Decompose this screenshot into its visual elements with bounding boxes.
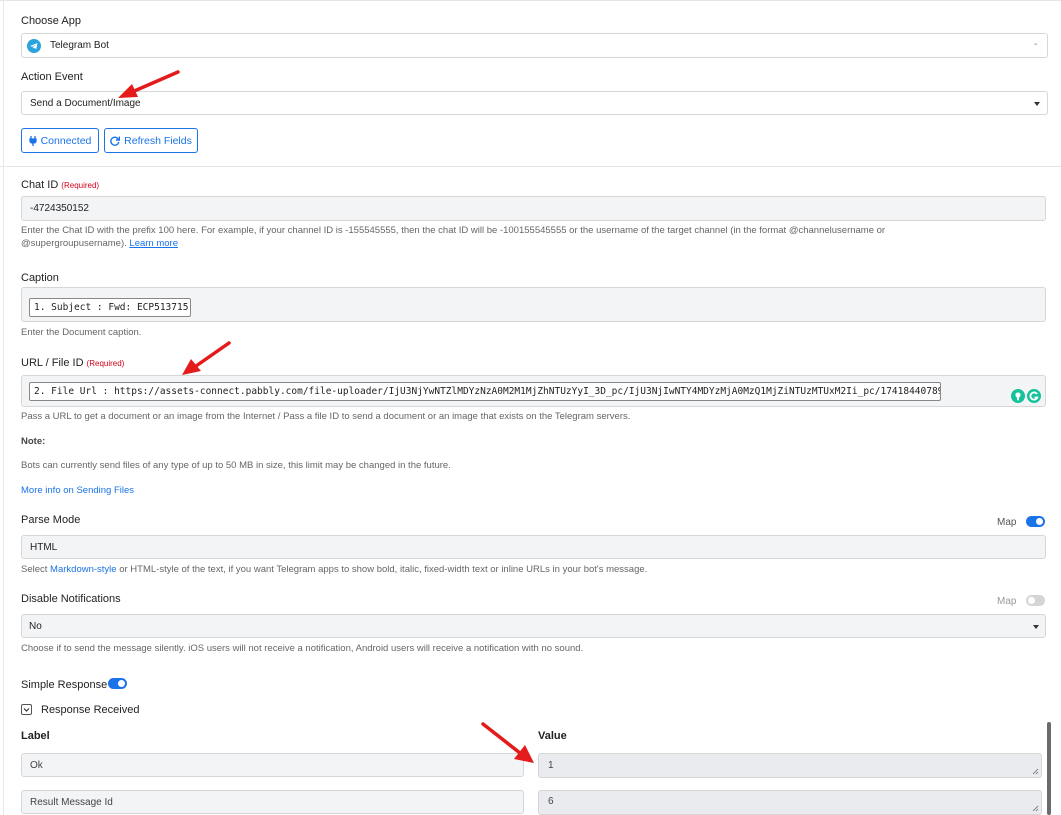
parse-mode-label: Parse Mode (21, 514, 81, 526)
caption-help: Enter the Document caption. (21, 327, 142, 338)
url-file-label: URL / File ID (Required) (21, 357, 124, 369)
disable-notifications-label: Disable Notifications (21, 593, 121, 605)
plug-icon (28, 135, 37, 146)
chat-id-help-line2: @supergroupusername). (21, 238, 127, 249)
label-column-header: Label (21, 730, 50, 742)
bulb-icon[interactable] (1011, 389, 1025, 403)
url-file-token[interactable]: 2. File Url : https://assets-connect.pab… (29, 382, 941, 401)
action-event-value: Send a Document/Image (30, 98, 141, 109)
chat-id-field[interactable]: -4724350152 (21, 196, 1046, 221)
response-received-label: Response Received (41, 704, 140, 716)
chat-id-label-text: Chat ID (21, 179, 59, 191)
top-border (0, 0, 1061, 1)
response-row-label: Result Message Id (21, 790, 524, 814)
parse-mode-map-label: Map (997, 517, 1017, 528)
resize-handle-icon[interactable] (1031, 767, 1039, 775)
chat-id-value: -4724350152 (30, 203, 89, 214)
action-event-label: Action Event (21, 71, 83, 83)
value-column-header: Value (538, 730, 567, 742)
parse-mode-help-suffix: or HTML-style of the text, if you want T… (116, 564, 648, 575)
refresh-fields-button-label: Refresh Fields (124, 134, 192, 147)
choose-app-label: Choose App (21, 15, 81, 27)
chat-id-help: Enter the Chat ID with the prefix 100 he… (21, 224, 1051, 250)
action-event-select[interactable]: Send a Document/Image (21, 91, 1048, 115)
parse-mode-help-prefix: Select (21, 564, 51, 575)
note-text: Bots can currently send files of any typ… (21, 460, 451, 471)
response-row-value[interactable]: 1 (538, 753, 1042, 778)
response-row-label: Ok (21, 753, 524, 777)
refresh-icon (110, 136, 121, 146)
connected-button-label: Connected (40, 134, 92, 147)
vertical-scrollbar[interactable] (1047, 722, 1051, 815)
url-file-label-text: URL / File ID (21, 357, 84, 369)
refresh-fields-button[interactable]: Refresh Fields (104, 128, 198, 153)
disable-notifications-value: No (29, 621, 42, 632)
url-file-field[interactable]: 2. File Url : https://assets-connect.pab… (21, 375, 1046, 407)
parse-mode-help: Select Markdown-style or HTML-style of t… (21, 563, 647, 576)
simple-response-toggle[interactable] (108, 678, 127, 689)
url-file-required: (Required) (86, 359, 125, 368)
disable-notifications-help: Choose if to send the message silently. … (21, 643, 584, 654)
choose-app-value: Telegram Bot (50, 40, 109, 51)
disable-notifications-map-toggle[interactable] (1026, 595, 1045, 606)
simple-response-label: Simple Response (21, 679, 108, 691)
section-divider (0, 166, 1061, 167)
note-label: Note: (21, 436, 46, 447)
caption-token[interactable]: 1. Subject : Fwd: ECP513715-1: (29, 298, 191, 317)
markdown-style-link[interactable]: Markdown-style (50, 564, 117, 575)
arrow-annotation (182, 341, 231, 375)
chevron-down-icon (1034, 102, 1040, 106)
response-row-value-text: 1 (548, 760, 554, 771)
chat-id-required: (Required) (61, 181, 100, 190)
connected-button[interactable]: Connected (21, 128, 99, 153)
response-row-label-text: Ok (30, 760, 43, 771)
response-row-value[interactable]: 6 (538, 790, 1042, 815)
telegram-icon (27, 39, 41, 53)
chat-id-help-line1: Enter the Chat ID with the prefix 100 he… (21, 225, 886, 236)
disable-notifications-select[interactable]: No (21, 614, 1046, 638)
response-row-label-text: Result Message Id (30, 797, 113, 808)
choose-app-select[interactable]: Telegram Bot - (21, 33, 1048, 58)
parse-mode-value: HTML (30, 542, 58, 553)
more-info-link[interactable]: More info on Sending Files (21, 484, 134, 497)
choose-app-dropdown-marker: - (1034, 39, 1038, 50)
grammarly-icon[interactable] (1027, 389, 1041, 403)
resize-handle-icon[interactable] (1031, 804, 1039, 812)
url-file-help: Pass a URL to get a document or an image… (21, 411, 631, 422)
chat-id-label: Chat ID (Required) (21, 179, 99, 191)
response-received-expander[interactable] (21, 704, 32, 715)
left-border (3, 0, 4, 815)
learn-more-link[interactable]: Learn more (129, 238, 178, 249)
parse-mode-map-toggle[interactable] (1026, 516, 1045, 527)
chevron-down-icon (23, 708, 30, 712)
parse-mode-field[interactable]: HTML (21, 535, 1046, 559)
disable-notifications-map-label: Map (997, 596, 1017, 607)
caption-label: Caption (21, 272, 59, 284)
caption-field[interactable]: 1. Subject : Fwd: ECP513715-1: (21, 287, 1046, 322)
response-row-value-text: 6 (548, 796, 554, 807)
chevron-down-icon (1033, 625, 1039, 629)
